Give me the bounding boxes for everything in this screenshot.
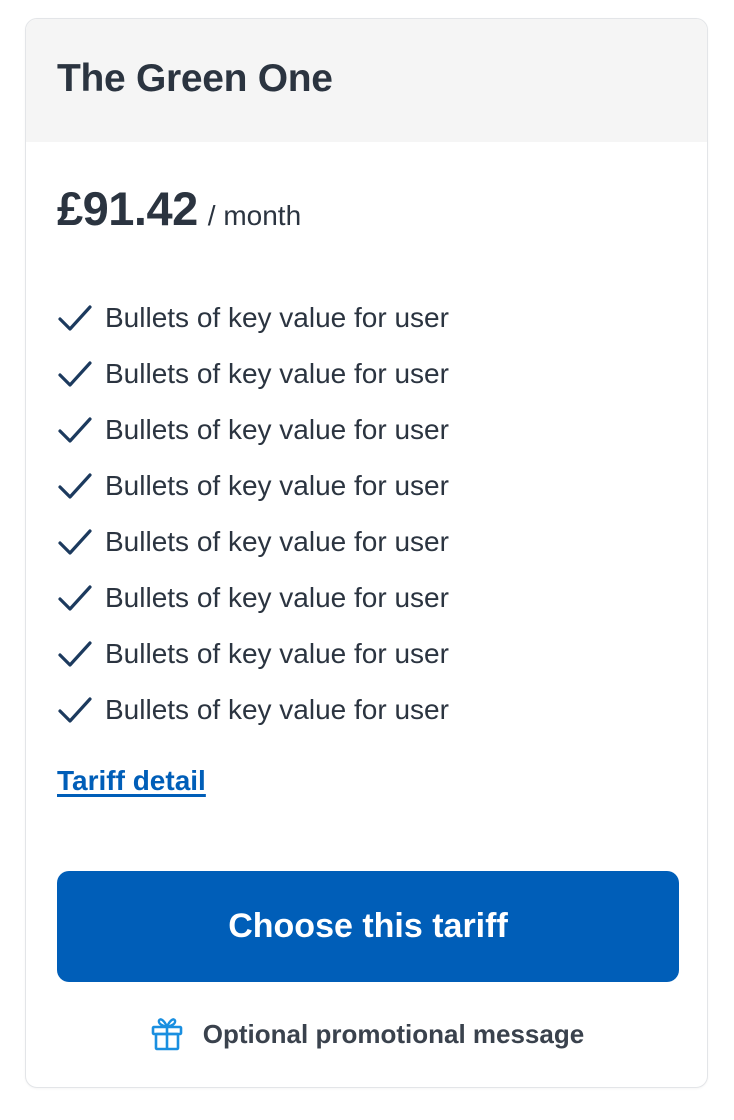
bullet-text: Bullets of key value for user (105, 694, 449, 725)
list-item: Bullets of key value for user (57, 346, 449, 402)
check-icon (58, 697, 92, 723)
bullet-text: Bullets of key value for user (105, 302, 449, 333)
check-icon (58, 529, 92, 555)
bullet-text: Bullets of key value for user (105, 526, 449, 557)
check-icon (58, 473, 92, 499)
price-amount: £91.42 (57, 182, 198, 235)
price: £91.42 / month (57, 181, 301, 236)
list-item: Bullets of key value for user (57, 514, 449, 570)
bullet-text: Bullets of key value for user (105, 470, 449, 501)
list-item: Bullets of key value for user (57, 458, 449, 514)
tariff-card: The Green One £91.42 / month Bullets of … (25, 18, 708, 1088)
card-header: The Green One (26, 19, 707, 142)
list-item: Bullets of key value for user (57, 290, 449, 346)
choose-tariff-button[interactable]: Choose this tariff (57, 871, 679, 982)
price-period: / month (207, 200, 302, 231)
promo-message: Optional promotional message (26, 1016, 707, 1052)
tariff-title: The Green One (57, 57, 333, 100)
check-icon (58, 585, 92, 611)
bullet-text: Bullets of key value for user (105, 414, 449, 445)
check-icon (58, 305, 92, 331)
tariff-detail-link[interactable]: Tariff detail (57, 765, 206, 797)
bullet-text: Bullets of key value for user (105, 638, 449, 669)
bullet-text: Bullets of key value for user (105, 582, 449, 613)
check-icon (58, 641, 92, 667)
gift-icon (151, 1018, 183, 1051)
bullet-list: Bullets of key value for user Bullets of… (57, 290, 449, 738)
check-icon (58, 417, 92, 443)
check-icon (58, 361, 92, 387)
bullet-text: Bullets of key value for user (105, 358, 449, 389)
list-item: Bullets of key value for user (57, 402, 449, 458)
list-item: Bullets of key value for user (57, 570, 449, 626)
list-item: Bullets of key value for user (57, 682, 449, 738)
list-item: Bullets of key value for user (57, 626, 449, 682)
promo-text: Optional promotional message (202, 1018, 585, 1049)
